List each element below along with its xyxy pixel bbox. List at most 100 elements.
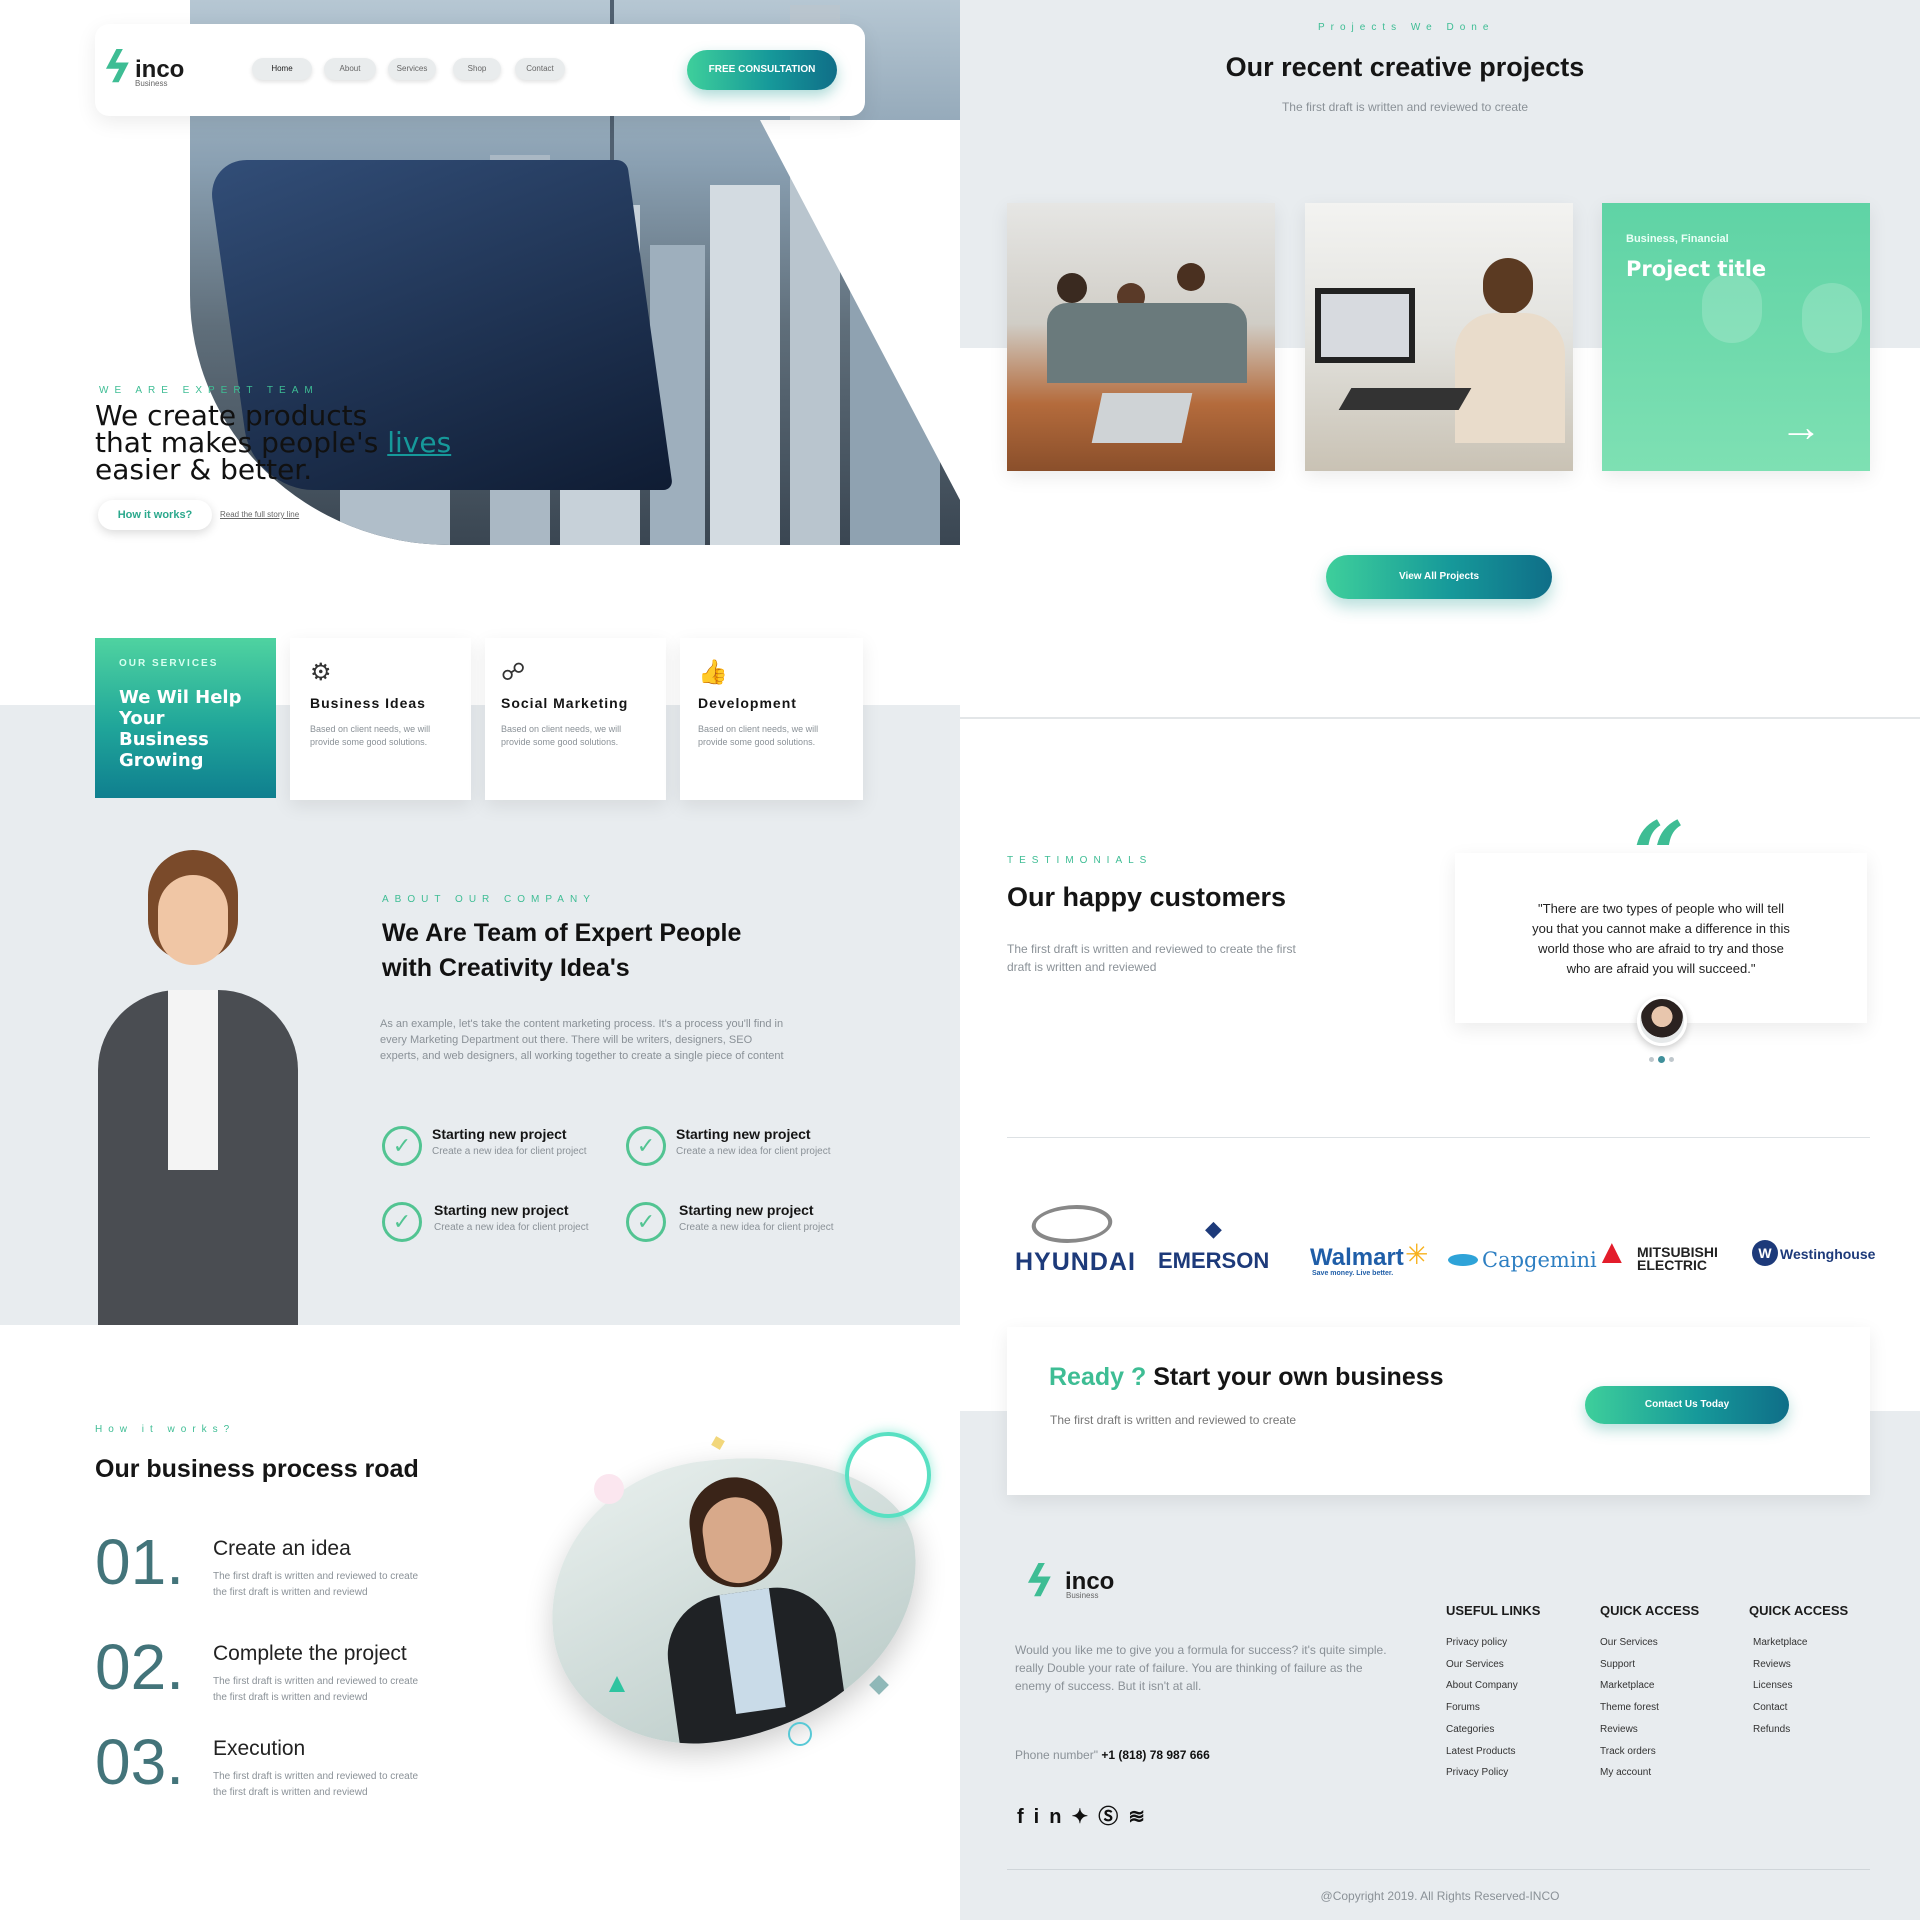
footer-link[interactable]: Support xyxy=(1600,1654,1699,1676)
testimonials-title: Our happy customers xyxy=(1007,882,1287,912)
footer-link[interactable]: Track orders xyxy=(1600,1741,1699,1763)
footer-link[interactable]: Marketplace xyxy=(1753,1632,1848,1654)
about-title: We Are Team of Expert People with Creati… xyxy=(382,919,742,982)
footer-link[interactable]: Our Services xyxy=(1600,1632,1699,1654)
client-walmart: Walmart xyxy=(1310,1244,1404,1271)
decor-circle-icon xyxy=(845,1432,931,1518)
check-icon: ✓ xyxy=(382,1126,422,1166)
footer-logo-bolt-icon: ϟ xyxy=(1025,1556,1055,1607)
mitsubishi-logo-icon: ▲ xyxy=(1595,1233,1629,1271)
linkedin-icon[interactable]: in xyxy=(1034,1806,1072,1828)
footer-link[interactable]: Theme forest xyxy=(1600,1697,1699,1719)
testimonials-eyebrow: TESTIMONIALS xyxy=(1007,855,1153,866)
carousel-dot[interactable] xyxy=(1649,1057,1654,1062)
cta-title: Ready ? Start your own business xyxy=(1049,1363,1444,1391)
social-links: fin✦Ⓢ≋ xyxy=(1017,1800,1155,1829)
projects-eyebrow: Projects We Done xyxy=(1318,22,1495,33)
divider xyxy=(1007,1137,1870,1138)
rss-icon[interactable]: ≋ xyxy=(1128,1806,1155,1828)
feature-item: ✓ Starting new project Create a new idea… xyxy=(382,1202,589,1242)
decor-square-icon xyxy=(711,1436,725,1450)
logo-subtext: Business xyxy=(135,79,168,88)
nav-home[interactable]: Home xyxy=(252,58,312,80)
process-step: 01. Create an idea The first draft is wr… xyxy=(95,1526,419,1598)
nav-about[interactable]: About xyxy=(324,58,376,80)
feature-item: ✓ Starting new project Create a new idea… xyxy=(626,1202,834,1242)
footer-logo-subtext: Business xyxy=(1066,1591,1099,1600)
divider xyxy=(960,717,1920,719)
service-card-ideas[interactable]: ⚙ Business Ideas Based on client needs, … xyxy=(290,638,471,800)
check-icon: ✓ xyxy=(382,1202,422,1242)
about-eyebrow: ABOUT OUR COMPANY xyxy=(382,894,596,905)
quote-icon: “ xyxy=(1633,802,1685,908)
hero-title: We create products that makes people's l… xyxy=(95,399,452,486)
projects-subtitle: The first draft is written and reviewed … xyxy=(1281,100,1529,114)
footer-link[interactable]: Forums xyxy=(1446,1697,1540,1719)
feature-item: ✓ Starting new project Create a new idea… xyxy=(382,1126,587,1166)
footer-link[interactable]: Contact xyxy=(1753,1697,1848,1719)
free-consultation-button[interactable]: FREE CONSULTATION xyxy=(687,50,837,90)
service-card-social[interactable]: ☍ Social Marketing Based on client needs… xyxy=(485,638,666,800)
skype-icon[interactable]: Ⓢ xyxy=(1098,1806,1128,1828)
footer-link[interactable]: Privacy policy xyxy=(1446,1632,1540,1654)
project-card-team[interactable] xyxy=(1007,203,1275,471)
hero-eyebrow: WE ARE EXPERT TEAM xyxy=(99,385,319,396)
step-number: 02. xyxy=(95,1631,184,1703)
view-all-projects-button[interactable]: View All Projects xyxy=(1326,555,1552,599)
project-title: Project title xyxy=(1626,257,1767,281)
thumbs-up-icon: 👍 xyxy=(698,659,728,686)
about-body: As an example, let's take the content ma… xyxy=(380,1018,784,1062)
arrow-right-icon[interactable]: → xyxy=(1780,403,1822,451)
project-card-featured[interactable]: Business, Financial Project title → xyxy=(1602,203,1870,471)
feature-item: ✓ Starting new project Create a new idea… xyxy=(626,1126,831,1166)
footer-link[interactable]: Our Services xyxy=(1446,1654,1540,1676)
client-capgemini: Capgemini xyxy=(1482,1248,1597,1272)
nav-services[interactable]: Services xyxy=(388,58,436,80)
divider xyxy=(1007,1869,1870,1870)
decor-ring-icon xyxy=(788,1722,812,1746)
decor-triangle-icon xyxy=(609,1676,625,1692)
twitter-icon[interactable]: ✦ xyxy=(1071,1806,1098,1828)
process-step: 02. Complete the project The first draft… xyxy=(95,1631,419,1703)
cta-subtitle: The first draft is written and reviewed … xyxy=(1050,1413,1297,1427)
project-card-office[interactable] xyxy=(1305,203,1573,471)
copyright: @Copyright 2019. All Rights Reserved-INC… xyxy=(1320,1889,1560,1903)
how-it-works-button[interactable]: How it works? xyxy=(98,500,212,530)
carousel-dot-active[interactable] xyxy=(1658,1056,1665,1063)
footer-link[interactable]: Privacy Policy xyxy=(1446,1762,1540,1784)
footer-logo[interactable]: ϟ xyxy=(1025,1556,1054,1607)
footer-link[interactable]: Latest Products xyxy=(1446,1741,1540,1763)
footer-link[interactable]: Marketplace xyxy=(1600,1675,1699,1697)
carousel-dot[interactable] xyxy=(1669,1057,1674,1062)
check-icon: ✓ xyxy=(626,1126,666,1166)
walmart-spark-icon: ✳ xyxy=(1405,1239,1429,1270)
nav-contact[interactable]: Contact xyxy=(515,58,565,80)
capgemini-logo-icon xyxy=(1448,1254,1478,1266)
customer-avatar xyxy=(1637,996,1687,1046)
footer-link[interactable]: My account xyxy=(1600,1762,1699,1784)
process-step: 03. Execution The first draft is written… xyxy=(95,1726,419,1798)
footer-link[interactable]: Categories xyxy=(1446,1719,1540,1741)
logo[interactable]: ϟ xyxy=(103,42,132,93)
footer-link[interactable]: Licenses xyxy=(1753,1675,1848,1697)
footer-link[interactable]: About Company xyxy=(1446,1675,1540,1697)
footer-col-quick-1: QUICK ACCESS Our Services Support Market… xyxy=(1600,1603,1699,1784)
hyundai-logo-icon xyxy=(1027,1205,1117,1243)
contact-us-button[interactable]: Contact Us Today xyxy=(1585,1386,1789,1424)
hero-lives-link[interactable]: lives xyxy=(387,426,451,459)
service-card-development[interactable]: 👍 Development Based on client needs, we … xyxy=(680,638,863,800)
footer-link[interactable]: Reviews xyxy=(1600,1719,1699,1741)
read-story-link[interactable]: Read the full story line xyxy=(220,510,299,519)
decor-diamond-icon xyxy=(869,1675,889,1695)
step-number: 01. xyxy=(95,1526,184,1598)
facebook-icon[interactable]: f xyxy=(1017,1806,1034,1828)
nav-shop[interactable]: Shop xyxy=(453,58,501,80)
footer-link[interactable]: Reviews xyxy=(1753,1654,1848,1676)
top-navigation: ϟ inco Business Home About Services Shop… xyxy=(95,24,865,116)
walmart-tagline: Save money. Live better. xyxy=(1312,1270,1394,1277)
cta-card: Ready ? Start your own business The firs… xyxy=(1007,1327,1870,1495)
testimonials-subtitle: The first draft is written and reviewed … xyxy=(1007,942,1296,974)
footer-col-quick-2: QUICK ACCESS Marketplace Reviews License… xyxy=(1749,1603,1848,1741)
footer-link[interactable]: Refunds xyxy=(1753,1719,1848,1741)
process-eyebrow: How it works? xyxy=(95,1424,236,1435)
